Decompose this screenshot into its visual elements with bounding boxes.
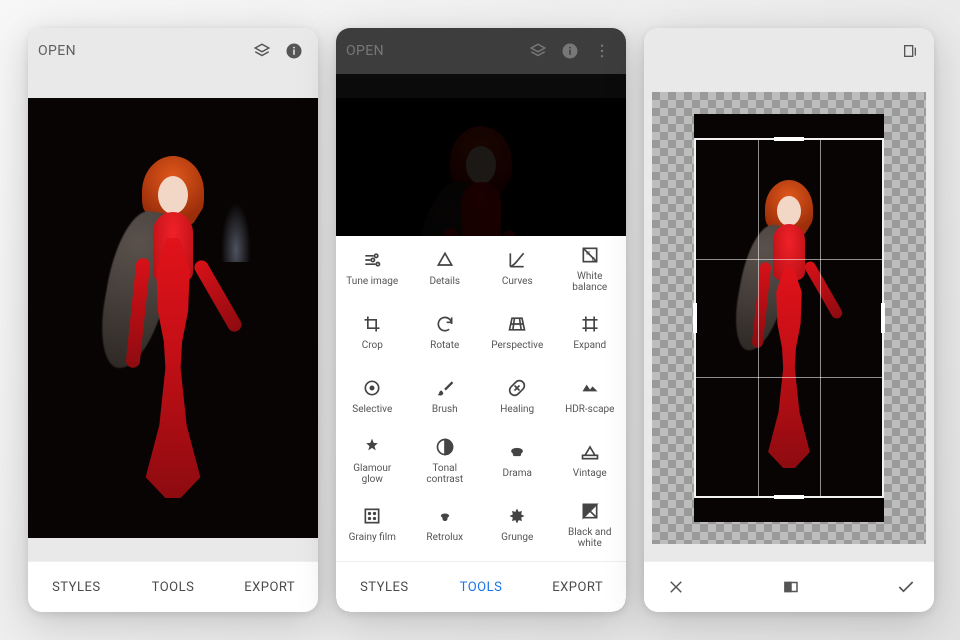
details-icon (434, 249, 456, 271)
perspective-icon (506, 313, 528, 335)
tool-label: Tune image (346, 276, 398, 287)
tool-label: Rotate (430, 340, 459, 351)
tool-rotate[interactable]: Rotate (409, 300, 482, 364)
tools-sheet: Tune image Details Curves WB White balance Cr… (336, 236, 626, 562)
crop-handle-top[interactable] (774, 137, 804, 141)
screen-main: OPEN STYLES TOOLS EXPORT (28, 28, 318, 612)
tool-label: Selective (352, 404, 392, 415)
tool-label: Grainy film (349, 532, 396, 543)
tool-grunge[interactable]: Grunge (481, 492, 554, 556)
check-icon[interactable] (892, 573, 920, 601)
hdr-icon (579, 377, 601, 399)
tool-curves[interactable]: Curves (481, 236, 554, 300)
screen-tools: OPEN Tune imageDetailsCurve (336, 28, 626, 612)
brush-icon (434, 377, 456, 399)
retrolux-icon (434, 505, 456, 527)
tool-details[interactable]: Details (409, 236, 482, 300)
tool-black-and-white[interactable]: Black and white (554, 492, 627, 556)
tool-label: Brush (432, 404, 458, 415)
tool-tonal-contrast[interactable]: Tonal contrast (409, 428, 482, 492)
tool-grainy-film[interactable]: Grainy film (336, 492, 409, 556)
top-bar: OPEN (28, 28, 318, 74)
tool-label: Expand (573, 340, 606, 351)
info-icon[interactable] (556, 37, 584, 65)
tab-tools[interactable]: TOOLS (125, 580, 222, 595)
options-icon[interactable] (896, 37, 924, 65)
tool-label: Details (429, 276, 460, 287)
tool-label: Black and white (568, 527, 612, 549)
vintage-icon (579, 441, 601, 463)
tool-expand[interactable]: Expand (554, 300, 627, 364)
selective-icon (361, 377, 383, 399)
tool-label: Drama (503, 468, 532, 479)
tool-label: Glamour glow (353, 463, 391, 485)
tonal-icon (434, 436, 456, 458)
crop-icon (361, 313, 383, 335)
layers-icon[interactable] (248, 37, 276, 65)
info-icon[interactable] (280, 37, 308, 65)
healing-icon (506, 377, 528, 399)
tab-styles[interactable]: STYLES (28, 580, 125, 595)
curves-icon (506, 249, 528, 271)
crop-handle-right[interactable] (881, 303, 885, 333)
crop-frame[interactable] (694, 138, 884, 498)
tool-drama[interactable]: Drama (481, 428, 554, 492)
crop-handle-bottom[interactable] (774, 495, 804, 499)
svg-text:W: W (586, 251, 591, 257)
crop-canvas[interactable] (644, 74, 934, 562)
screen-crop (644, 28, 934, 612)
rotate-icon (434, 313, 456, 335)
more-icon[interactable] (588, 37, 616, 65)
tool-label: HDR-scape (565, 404, 614, 415)
tool-brush[interactable]: Brush (409, 364, 482, 428)
tune-icon (361, 249, 383, 271)
close-icon[interactable] (662, 573, 690, 601)
photo-preview (28, 98, 318, 538)
tool-healing[interactable]: Healing (481, 364, 554, 428)
tool-label: White balance (572, 271, 607, 293)
tool-selective[interactable]: Selective (336, 364, 409, 428)
tool-glamour-glow[interactable]: Glamour glow (336, 428, 409, 492)
top-bar (644, 28, 934, 74)
svg-text:B: B (591, 256, 594, 262)
tool-vintage[interactable]: Vintage (554, 428, 627, 492)
grunge-icon (506, 505, 528, 527)
tool-crop[interactable]: Crop (336, 300, 409, 364)
layers-icon[interactable] (524, 37, 552, 65)
white-balance-icon: WB (579, 244, 601, 266)
bottom-tabs: STYLES TOOLS EXPORT (336, 561, 626, 612)
tool-label: Tonal contrast (426, 463, 463, 485)
open-button[interactable]: OPEN (38, 43, 76, 59)
image-canvas: Tune image Details Curves WB White balance Cr… (336, 74, 626, 612)
tool-label: Crop (362, 340, 383, 351)
glamour-icon (361, 436, 383, 458)
grainy-film-icon (361, 505, 383, 527)
tool-label: Vintage (573, 468, 607, 479)
tab-export[interactable]: EXPORT (529, 580, 626, 595)
tool-retrolux[interactable]: Retrolux (409, 492, 482, 556)
tool-hdr-scape[interactable]: HDR-scape (554, 364, 627, 428)
aspect-icon[interactable] (777, 573, 805, 601)
tool-label: Retrolux (426, 532, 463, 543)
tool-label: Healing (500, 404, 534, 415)
tool-label: Curves (502, 276, 533, 287)
tab-tools[interactable]: TOOLS (433, 580, 530, 595)
bottom-tabs: STYLES TOOLS EXPORT (28, 561, 318, 612)
tool-label: Grunge (501, 532, 533, 543)
bw-icon (579, 500, 601, 522)
drama-icon (506, 441, 528, 463)
tab-export[interactable]: EXPORT (221, 580, 318, 595)
tool-white-balance[interactable]: WB White balance (554, 236, 627, 300)
tool-label: Perspective (491, 340, 543, 351)
tab-styles[interactable]: STYLES (336, 580, 433, 595)
image-canvas[interactable] (28, 74, 318, 562)
open-button[interactable]: OPEN (346, 43, 384, 59)
tool-perspective[interactable]: Perspective (481, 300, 554, 364)
crop-action-bar (644, 561, 934, 612)
expand-icon (579, 313, 601, 335)
tool-tune-image[interactable]: Tune image (336, 236, 409, 300)
top-bar: OPEN (336, 28, 626, 74)
crop-handle-left[interactable] (693, 303, 697, 333)
